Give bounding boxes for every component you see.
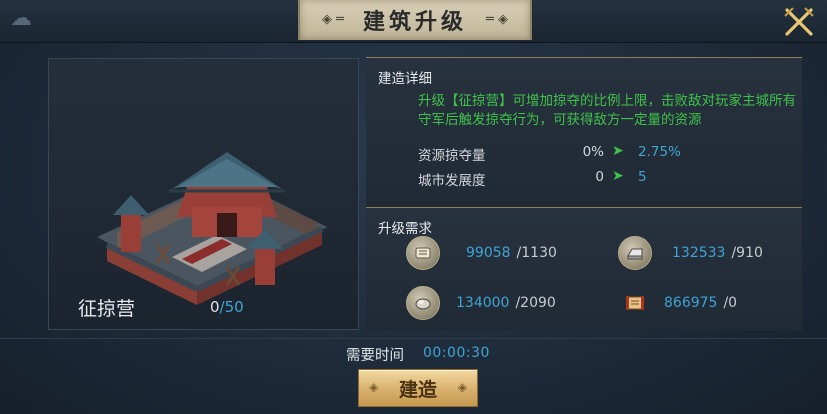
barracks-building-image [97, 152, 327, 305]
building-name: 征掠营 [78, 298, 136, 320]
close-button[interactable] [779, 2, 819, 42]
resource-need: /1130 [516, 245, 557, 261]
upgrade-description: 升级【征掠营】可增加掠夺的比例上限，击败敌对玩家主城所有守军后触发掠夺行为，可获… [418, 93, 796, 128]
iron-ingot-icon [618, 236, 652, 270]
building-preview-panel [48, 58, 359, 330]
diamond-ornament-icon: ═ ◈ [486, 12, 508, 27]
button-ornament-icon: ◈ [369, 380, 379, 394]
button-ornament-icon: ◈ [457, 380, 467, 394]
title-plate: ◈ ═ 建筑升级 ═ ◈ [298, 0, 532, 40]
crossed-swords-close-icon [784, 7, 814, 36]
stone-icon [406, 286, 440, 320]
building-level: 0/50 [210, 298, 244, 316]
window-title: 建筑升级 [362, 9, 467, 35]
title-bar: ☁ ◈ ═ 建筑升级 ═ ◈ [0, 0, 827, 43]
details-section-title: 建造详细 [378, 71, 432, 87]
upgrade-requirements-panel: 升级需求 99058 /1130 132533 /910 134000 /209… [366, 207, 802, 331]
scroll-icon [406, 236, 440, 270]
resource-have: 99058 [466, 245, 511, 261]
divider [0, 338, 827, 339]
time-value: 00:00:30 [423, 345, 490, 361]
resource-need: /2090 [515, 295, 556, 311]
resource-item: 132533 /910 [618, 236, 763, 270]
resource-need: /0 [723, 295, 738, 311]
requirements-section-title: 升级需求 [378, 221, 432, 237]
arrow-right-icon: ➤ [612, 143, 624, 159]
resource-have: 132533 [672, 245, 726, 261]
build-details-panel: 建造详细 升级【征掠营】可增加掠夺的比例上限，击败敌对玩家主城所有守军后触发掠夺… [366, 57, 802, 207]
build-button-label: 建造 [398, 378, 437, 401]
diamond-ornament-icon: ◈ ═ [322, 12, 344, 27]
level-current: 0 [210, 298, 220, 316]
stat-label-development: 城市发展度 [418, 173, 486, 189]
cloud-ornament-icon: ☁ [10, 6, 32, 31]
level-max: /50 [219, 298, 244, 316]
resource-item: 866975 /0 [618, 286, 737, 320]
stat-label-plunder: 资源掠夺量 [418, 148, 486, 164]
resource-item: 134000 /2090 [406, 286, 556, 320]
arrow-right-icon: ➤ [612, 168, 624, 184]
stat-current-development: 0 [595, 169, 604, 185]
stat-next-development: 5 [638, 169, 647, 185]
resource-item: 99058 /1130 [406, 236, 557, 270]
time-label: 需要时间 [346, 348, 404, 364]
resource-have: 866975 [664, 295, 718, 311]
scroll-document-icon [618, 286, 652, 320]
stat-current-plunder: 0% [582, 144, 604, 160]
resource-have: 134000 [456, 295, 510, 311]
resource-need: /910 [731, 245, 763, 261]
stat-next-plunder: 2.75% [638, 144, 681, 160]
build-button[interactable]: ◈ 建造 ◈ [358, 369, 478, 407]
building-upgrade-window: ☁ ◈ ═ 建筑升级 ═ ◈ 征掠营 0/50 建造详细 升级【征掠营】可增加掠… [0, 0, 827, 414]
